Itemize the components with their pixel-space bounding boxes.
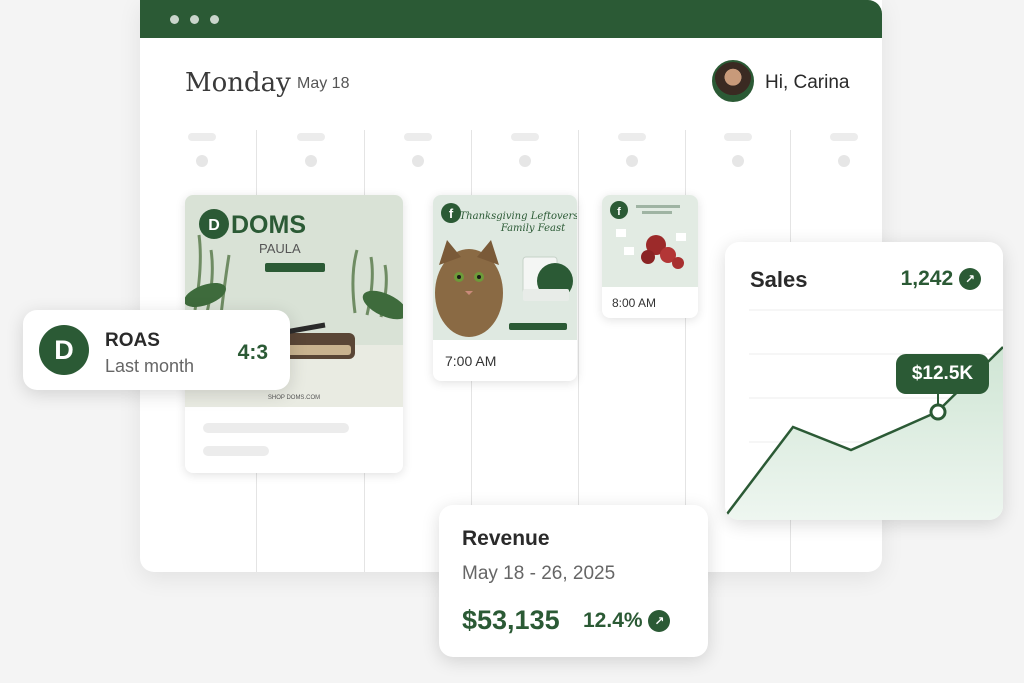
column-header-placeholder xyxy=(404,133,432,141)
sales-card[interactable]: Sales 1,242 ↗ $12.5K xyxy=(725,242,1003,520)
post-title-line2: Family Feast xyxy=(500,223,566,234)
scheduled-post-card-thanksgiving[interactable]: f Thanksgiving Leftovers Family Feast 7:… xyxy=(433,195,577,381)
post-subtitle: PAULA xyxy=(259,241,301,256)
column-day-dot xyxy=(196,155,208,167)
roas-value: 4:3 xyxy=(237,341,268,364)
svg-text:D: D xyxy=(54,335,74,365)
revenue-change: 12.4% xyxy=(583,609,643,632)
column-day-dot xyxy=(838,155,850,167)
svg-text:D: D xyxy=(208,217,220,234)
window-titlebar xyxy=(140,0,882,38)
roas-subtitle: Last month xyxy=(105,356,195,376)
post-time: 7:00 AM xyxy=(445,353,497,369)
avatar[interactable] xyxy=(712,60,754,102)
column-header-placeholder xyxy=(618,133,646,141)
sales-point xyxy=(929,403,947,421)
sales-tooltip: $12.5K xyxy=(896,354,989,394)
page-date: May 18 xyxy=(297,75,350,92)
window-dot[interactable] xyxy=(190,15,199,24)
doms-logo-icon: D xyxy=(39,325,89,375)
column-day-dot xyxy=(412,155,424,167)
column-day-dot xyxy=(732,155,744,167)
user-greeting: Hi, Carina xyxy=(765,72,850,93)
text-placeholder xyxy=(203,423,349,433)
column-day-dot xyxy=(519,155,531,167)
revenue-card[interactable]: Revenue May 18 - 26, 2025 $53,135 12.4% … xyxy=(439,505,708,657)
roas-title: ROAS xyxy=(105,330,160,351)
revenue-range: May 18 - 26, 2025 xyxy=(462,563,616,584)
post-image-thanksgiving: f Thanksgiving Leftovers Family Feast xyxy=(433,195,577,340)
svg-text:f: f xyxy=(617,206,621,218)
arrow-up-right-icon: ↗ xyxy=(648,610,671,633)
text-placeholder xyxy=(203,446,269,456)
scheduled-post-card-food[interactable]: f 8:00 AM xyxy=(602,195,698,318)
window-dot[interactable] xyxy=(170,15,179,24)
revenue-amount: $53,135 xyxy=(462,605,560,635)
column-header-placeholder xyxy=(188,133,216,141)
column-header-placeholder xyxy=(297,133,325,141)
column-header-placeholder xyxy=(724,133,752,141)
column-header-placeholder xyxy=(511,133,539,141)
post-footer-text: SHOP DOMS.COM xyxy=(268,395,320,401)
revenue-change-wrap: 12.4% ↗ xyxy=(583,609,671,633)
post-image-food: f xyxy=(602,195,698,287)
roas-card[interactable]: D ROAS Last month 4:3 xyxy=(23,310,290,390)
post-time: 8:00 AM xyxy=(612,296,657,310)
post-title-line1: Thanksgiving Leftovers xyxy=(460,211,577,222)
revenue-title: Revenue xyxy=(462,527,550,550)
column-header-placeholder xyxy=(830,133,858,141)
svg-text:f: f xyxy=(449,206,454,221)
window-dot[interactable] xyxy=(210,15,219,24)
brand-name: DOMS xyxy=(231,211,306,239)
page-title: Monday xyxy=(185,68,291,98)
column-day-dot xyxy=(626,155,638,167)
column-day-dot xyxy=(305,155,317,167)
